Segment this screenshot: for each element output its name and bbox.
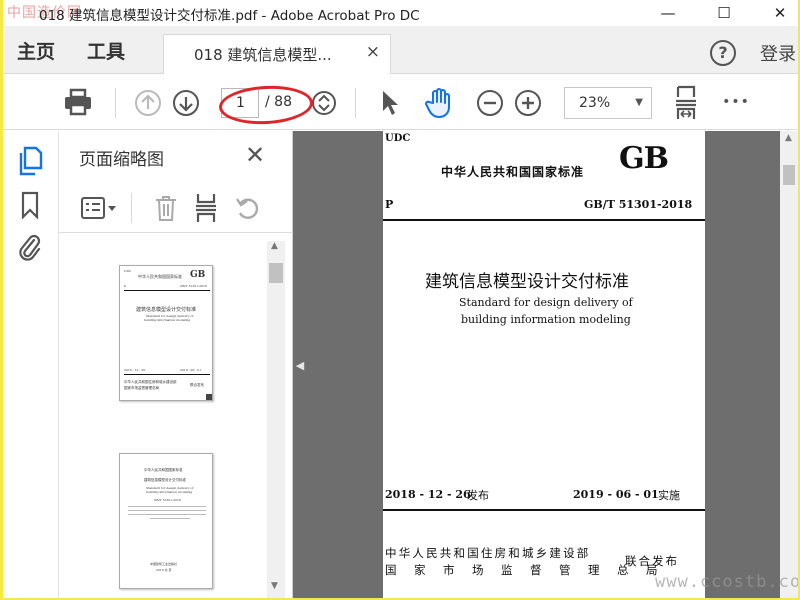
navigation-rail (3, 131, 59, 598)
panel-title: 页面缩略图 (79, 150, 164, 170)
zoom-out-icon[interactable] (475, 88, 505, 118)
select-cursor-icon[interactable] (375, 87, 405, 119)
udc-label: UDC (385, 133, 411, 144)
toolbar-divider (131, 193, 132, 223)
minimize-button[interactable]: — (646, 0, 690, 26)
rotate-page-icon[interactable] (233, 193, 263, 223)
standard-code: GB/T 51301-2018 (584, 198, 693, 211)
category-label: P (385, 198, 394, 211)
thumbnail-options-icon[interactable] (79, 193, 119, 223)
bookmark-icon[interactable] (15, 189, 45, 221)
nav-home[interactable]: 主页 (17, 37, 55, 64)
toolbar-divider (355, 88, 356, 118)
collapse-panel-icon[interactable]: ◀ (293, 359, 307, 372)
hand-tool-icon[interactable] (423, 86, 457, 120)
scrollbar-thumb[interactable] (783, 165, 795, 185)
footer-rule (383, 509, 705, 511)
document-canvas: ◀ UDC 中华人民共和国国家标准 GB P GB/T 51301-2018 建… (293, 131, 798, 598)
document-title-en-2: building information modeling (461, 313, 631, 326)
insert-page-icon[interactable] (191, 191, 221, 225)
main-toolbar: 1 / 88 23% ▼ ••• (3, 74, 798, 130)
attachment-icon[interactable] (15, 231, 45, 263)
thumbnail-toolbar (59, 183, 293, 233)
document-title-cn: 建筑信息模型设计交付标准 (425, 272, 629, 292)
thumbnail-scrollbar[interactable]: ▲ ▼ (267, 241, 285, 598)
scroll-mode-icon[interactable] (309, 88, 339, 118)
pdf-page: UDC 中华人民共和国国家标准 GB P GB/T 51301-2018 建筑信… (383, 131, 705, 598)
scroll-up-icon[interactable]: ▲ (785, 133, 792, 143)
more-tools-icon[interactable]: ••• (719, 92, 753, 112)
document-tab-label: 018 建筑信息模型... (194, 46, 332, 64)
site-watermark: www.ccostb.com (655, 572, 798, 592)
scroll-down-icon[interactable]: ▼ (271, 581, 278, 591)
scrollbar-thumb[interactable] (269, 263, 283, 283)
scroll-up-icon[interactable]: ▲ (271, 241, 278, 251)
nav-bar: 主页 工具 018 建筑信息模型... × ? 登录 (3, 26, 798, 74)
page-thumbnails-icon[interactable] (15, 145, 45, 177)
implementation-date: 2019 - 06 - 01 (573, 488, 659, 501)
help-icon[interactable]: ? (710, 40, 736, 66)
joint-issue-label: 联合发布 (625, 554, 679, 568)
zoom-value: 23% (579, 95, 611, 111)
document-title-en-1: Standard for design delivery of (459, 296, 633, 309)
nav-tools[interactable]: 工具 (87, 37, 125, 64)
national-standard-label: 中华人民共和国国家标准 (441, 165, 585, 179)
fit-page-icon[interactable] (669, 84, 703, 122)
delete-page-icon[interactable] (151, 193, 181, 223)
close-window-button[interactable]: ✕ (758, 0, 798, 26)
window-title: 018 建筑信息模型设计交付标准.pdf - Adobe Acrobat Pro… (39, 8, 420, 24)
gb-logo: GB (619, 141, 669, 176)
thumbnail-page-1[interactable]: UDC 中华人民共和国国家标准 GB P GB/T 51301-2018 建筑信… (119, 265, 213, 401)
chevron-down-icon: ▼ (635, 97, 643, 108)
title-bar: 中国造价网 018 建筑信息模型设计交付标准.pdf - Adobe Acrob… (3, 0, 798, 26)
thumbnail-page-2[interactable]: 中华人民共和国国家标准 建筑信息模型设计交付标准 Standard for de… (119, 453, 213, 589)
maximize-button[interactable]: ☐ (702, 0, 746, 26)
tab-close-icon[interactable]: × (366, 42, 380, 62)
acrobat-window: 中国造价网 018 建筑信息模型设计交付标准.pdf - Adobe Acrob… (3, 0, 798, 598)
zoom-select[interactable]: 23% ▼ (564, 87, 652, 119)
close-panel-icon[interactable]: ✕ (245, 141, 265, 169)
thumbnail-panel: 页面缩略图 ✕ UDC 中华人民共和国国家标准 GB P GB/T 51301-… (59, 131, 293, 598)
thumbnail-list: UDC 中华人民共和国国家标准 GB P GB/T 51301-2018 建筑信… (59, 239, 269, 598)
print-icon[interactable] (61, 86, 95, 118)
implementation-label: 实施 (658, 489, 680, 502)
document-tab[interactable]: 018 建筑信息模型... × (163, 34, 391, 74)
signin-link[interactable]: 登录 (760, 40, 796, 66)
header-rule (383, 219, 705, 221)
issue-label: 发布 (467, 489, 489, 502)
document-scrollbar[interactable]: ▲ (780, 131, 798, 598)
next-page-icon[interactable] (171, 88, 201, 118)
previous-page-icon[interactable] (133, 88, 163, 118)
zoom-in-icon[interactable] (513, 88, 543, 118)
issuer-line-1: 中华人民共和国住房和城乡建设部 (385, 546, 591, 560)
toolbar-divider (115, 88, 116, 118)
issue-date: 2018 - 12 - 26 (385, 488, 471, 501)
